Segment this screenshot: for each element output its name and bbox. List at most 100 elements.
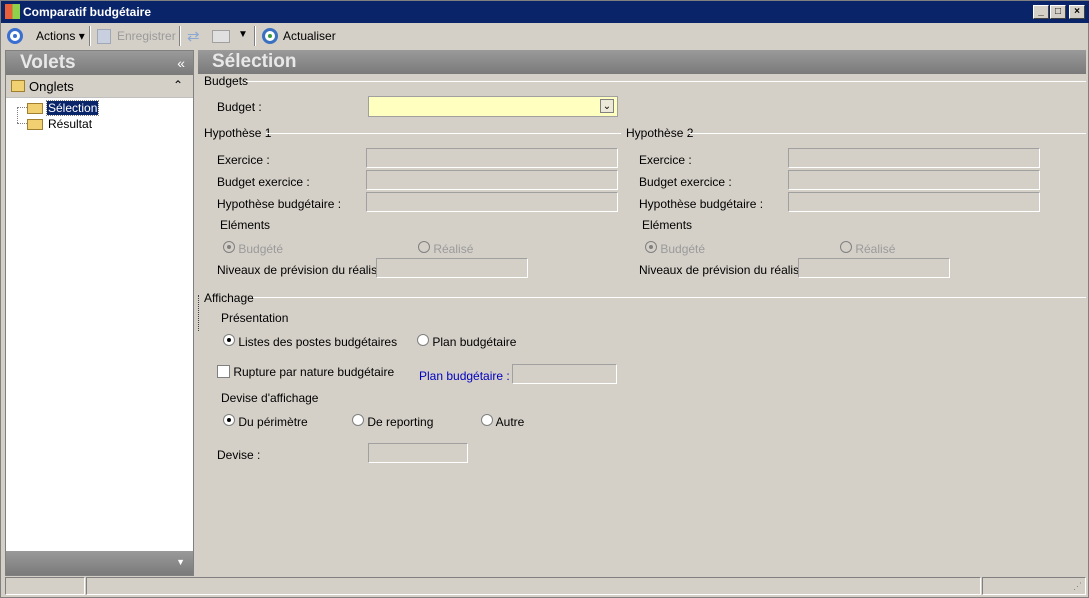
target-icon[interactable] — [7, 28, 23, 44]
resize-grip-icon[interactable]: ⋰ — [1073, 581, 1082, 592]
radio-label: Réalisé — [433, 242, 474, 256]
main-header: Sélection — [198, 50, 1086, 74]
print-icon[interactable] — [212, 30, 230, 43]
radio-icon — [417, 334, 429, 346]
refresh-icon[interactable] — [262, 28, 278, 44]
collapse-section-icon[interactable]: ⌃ — [173, 78, 183, 92]
budgets-group-label: Budgets — [204, 74, 249, 88]
hypothese1-group-label: Hypothèse 1 — [204, 126, 272, 140]
plan-budgetaire-label: Plan budgétaire : — [419, 369, 510, 383]
h2-realise-radio[interactable]: Réalisé — [840, 241, 895, 256]
separator — [89, 26, 91, 46]
devise-affichage-label: Devise d'affichage — [221, 391, 319, 405]
radio-icon — [223, 414, 235, 426]
budget-label: Budget : — [217, 100, 262, 114]
separator — [254, 26, 256, 46]
h1-budget-exercice-field[interactable] — [366, 170, 618, 190]
radio-label: Plan budgétaire — [432, 335, 517, 349]
rupture-checkbox[interactable]: Rupture par nature budgétaire — [217, 365, 394, 379]
h1-hypothese-field[interactable] — [366, 192, 618, 212]
maximize-button[interactable]: □ — [1050, 5, 1066, 19]
folder-icon — [11, 80, 25, 92]
status-panel — [86, 577, 981, 595]
panes-title: Volets — [20, 52, 76, 73]
h1-niveaux-field[interactable] — [376, 258, 528, 278]
h2-exercice-label: Exercice : — [639, 153, 692, 167]
radio-icon — [223, 241, 235, 253]
checkbox-label: Rupture par nature budgétaire — [233, 365, 395, 379]
open-folder-icon — [27, 103, 43, 114]
radio-icon — [840, 241, 852, 253]
radio-icon — [481, 414, 493, 426]
h2-budgete-radio[interactable]: Budgété — [645, 241, 705, 256]
status-panel — [982, 577, 1086, 595]
h2-budget-exercice-field[interactable] — [788, 170, 1040, 190]
panes-header: Volets « — [6, 51, 193, 75]
listes-radio[interactable]: Listes des postes budgétaires — [223, 334, 397, 349]
h2-niveaux-label: Niveaux de prévision du réalisé : — [639, 263, 813, 277]
splitter-handle[interactable] — [198, 295, 199, 331]
status-bar: ⋰ — [5, 577, 1086, 595]
h2-budget-exercice-label: Budget exercice : — [639, 175, 732, 189]
radio-icon — [352, 414, 364, 426]
radio-icon — [223, 334, 235, 346]
devise-label: Devise : — [217, 448, 261, 462]
h2-niveaux-field[interactable] — [798, 258, 950, 278]
panes-footer: ▼ — [6, 551, 193, 575]
folder-icon — [27, 119, 43, 130]
title-bar: Comparatif budgétaire _ □ × — [1, 1, 1089, 23]
perimetre-radio[interactable]: Du périmètre — [223, 414, 308, 429]
save-button[interactable]: Enregistrer — [117, 29, 176, 43]
actions-label: Actions — [36, 29, 76, 43]
separator — [179, 26, 181, 46]
close-button[interactable]: × — [1069, 5, 1085, 19]
save-icon — [97, 29, 111, 44]
h1-budget-exercice-label: Budget exercice : — [217, 175, 310, 189]
h2-hypothese-field[interactable] — [788, 192, 1040, 212]
presentation-label: Présentation — [221, 311, 289, 325]
main-panel: Sélection — [198, 50, 1086, 74]
radio-label: Autre — [495, 415, 525, 429]
tabs-section-header[interactable]: Onglets ⌃ — [6, 75, 193, 98]
minimize-button[interactable]: _ — [1033, 5, 1049, 19]
panes-sidebar: Volets « Onglets ⌃ Sélection Résultat ▼ — [5, 50, 194, 576]
h2-elements-label: Eléments — [642, 218, 693, 232]
tree-item-label: Sélection — [45, 100, 100, 116]
toolbar: Actions ▾ Enregistrer ⇄ ▼ Actualiser — [1, 23, 1089, 49]
chevron-down-icon[interactable]: ⌄ — [600, 99, 614, 113]
tabs-section-label: Onglets — [29, 79, 74, 94]
h2-exercice-field[interactable] — [788, 148, 1040, 168]
radio-label: Listes des postes budgétaires — [238, 335, 398, 349]
collapse-left-icon[interactable]: « — [177, 51, 185, 75]
print-dropdown-icon[interactable]: ▼ — [238, 29, 248, 40]
h1-realise-radio[interactable]: Réalisé — [418, 241, 473, 256]
panes-menu-icon[interactable]: ▼ — [176, 557, 185, 567]
radio-icon — [418, 241, 430, 253]
radio-label: Budgété — [238, 242, 284, 256]
h1-hypothese-label: Hypothèse budgétaire : — [217, 197, 342, 211]
app-icon — [5, 4, 20, 19]
devise-field[interactable] — [368, 443, 468, 463]
hypothese2-group-label: Hypothèse 2 — [626, 126, 694, 140]
affichage-group-label: Affichage — [204, 291, 254, 305]
sync-icon[interactable]: ⇄ — [187, 27, 200, 45]
status-panel — [5, 577, 85, 595]
radio-label: Budgété — [660, 242, 706, 256]
h1-exercice-label: Exercice : — [217, 153, 270, 167]
refresh-button[interactable]: Actualiser — [283, 29, 336, 43]
h1-niveaux-label: Niveaux de prévision du réalisé : — [217, 263, 391, 277]
plan-radio[interactable]: Plan budgétaire — [417, 334, 516, 349]
h1-exercice-field[interactable] — [366, 148, 618, 168]
radio-label: Réalisé — [855, 242, 896, 256]
plan-budgetaire-field[interactable] — [512, 364, 617, 384]
tree-item-label: Résultat — [48, 117, 93, 131]
window-title: Comparatif budgétaire — [23, 5, 152, 19]
autre-radio[interactable]: Autre — [481, 414, 524, 429]
radio-label: De reporting — [367, 415, 434, 429]
actions-menu[interactable]: Actions ▾ — [36, 29, 85, 43]
checkbox-icon — [217, 365, 230, 378]
h1-budgete-radio[interactable]: Budgété — [223, 241, 283, 256]
radio-label: Du périmètre — [238, 415, 308, 429]
budget-select[interactable]: ⌄ — [368, 96, 618, 117]
reporting-radio[interactable]: De reporting — [352, 414, 433, 429]
